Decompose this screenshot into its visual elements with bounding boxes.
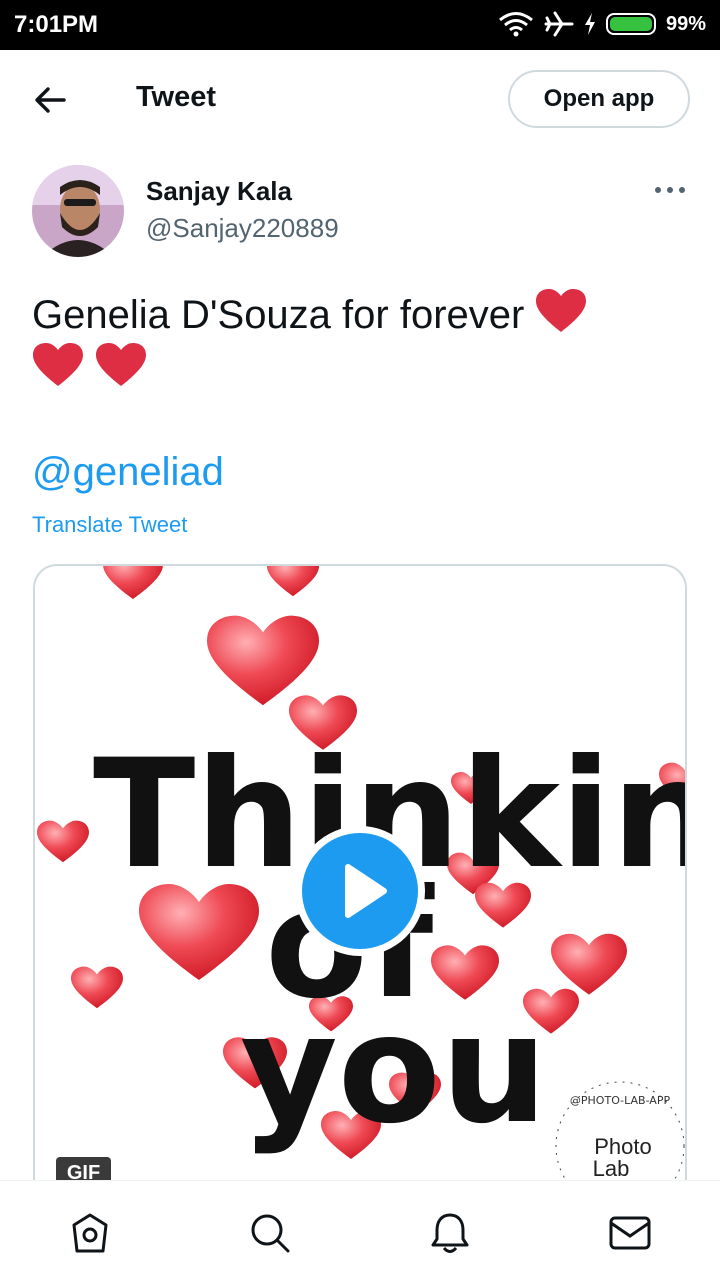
status-time: 7:01PM (14, 11, 99, 38)
open-app-button[interactable]: Open app (508, 70, 690, 128)
home-icon[interactable] (68, 1211, 112, 1255)
back-arrow-icon[interactable] (30, 80, 70, 120)
heart-emoji-icon (536, 289, 587, 332)
wifi-icon (499, 12, 533, 37)
notifications-icon[interactable] (428, 1211, 472, 1255)
mention-link[interactable]: @geneliad (32, 450, 224, 495)
avatar[interactable] (32, 165, 124, 257)
airplane-icon (544, 11, 574, 37)
gif-text-line3: you (240, 983, 548, 1157)
translate-tweet-link[interactable]: Translate Tweet (32, 512, 187, 538)
play-button[interactable] (295, 826, 425, 956)
watermark-text-2: Lab (593, 1156, 630, 1181)
play-icon (345, 864, 387, 918)
top-bar: Tweet Open app (0, 50, 720, 148)
tweet-text: Genelia D'Souza for forever (32, 288, 672, 396)
messages-icon[interactable] (608, 1211, 652, 1255)
status-bar: 7:01PM 99% (0, 0, 720, 50)
battery-level: 99% (665, 12, 706, 35)
author-name[interactable]: Sanjay Kala (146, 176, 292, 207)
watermark-ring-text: @PHOTO-LAB-APP (570, 1094, 671, 1107)
heart-emoji-icon (96, 343, 147, 386)
heart-emoji-icon (33, 343, 83, 386)
more-options-icon[interactable] (652, 178, 688, 202)
battery-icon (605, 13, 656, 35)
charging-icon (584, 13, 595, 35)
tweet-text-content: Genelia D'Souza for forever (32, 293, 525, 337)
author-handle[interactable]: @Sanjay220889 (146, 213, 339, 244)
search-icon[interactable] (248, 1211, 292, 1255)
page-title: Tweet (136, 81, 217, 113)
bottom-nav (0, 1180, 720, 1281)
